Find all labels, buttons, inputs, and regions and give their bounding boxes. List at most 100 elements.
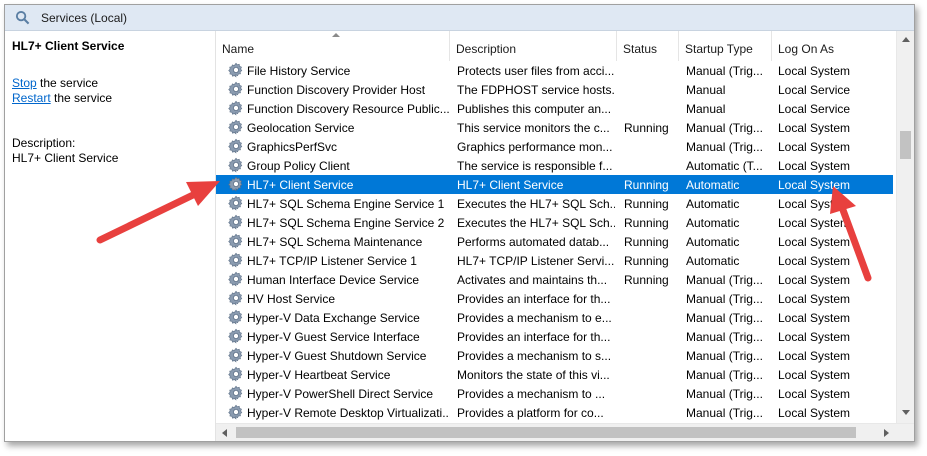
sort-ascending-icon (332, 33, 340, 37)
service-startup-type: Manual (Trig... (686, 368, 763, 382)
service-gear-icon (228, 81, 244, 97)
service-row[interactable]: File History Service Protects user files … (216, 61, 893, 80)
column-header-startup-type[interactable]: Startup Type (679, 31, 772, 61)
service-row[interactable]: HL7+ TCP/IP Listener Service 1 HL7+ TCP/I… (216, 251, 893, 270)
service-row[interactable]: HL7+ SQL Schema Engine Service 2 Executes… (216, 213, 893, 232)
service-row[interactable]: Hyper-V PowerShell Direct Service Provide… (216, 384, 893, 403)
service-name: HL7+ SQL Schema Engine Service 2 (247, 216, 445, 230)
service-startup-type: Manual (Trig... (686, 121, 763, 135)
service-row[interactable]: HL7+ SQL Schema Maintenance Performs auto… (216, 232, 893, 251)
service-row[interactable]: Human Interface Device Service Activates … (216, 270, 893, 289)
service-row[interactable]: Hyper-V Heartbeat Service Monitors the st… (216, 365, 893, 384)
service-status: Running (624, 273, 669, 287)
service-log-on-as: Local Service (778, 102, 851, 116)
service-row[interactable]: Function Discovery Provider Host The FDPH… (216, 80, 893, 99)
service-log-on-as: Local System (778, 406, 851, 420)
service-row[interactable]: Hyper-V Remote Desktop Virtualizati... Pr… (216, 403, 893, 422)
selected-service-title: HL7+ Client Service (12, 39, 125, 53)
service-log-on-as: Local System (778, 159, 851, 173)
service-row[interactable]: Hyper-V Data Exchange Service Provides a … (216, 308, 893, 327)
service-name: Hyper-V Guest Service Interface (247, 330, 420, 344)
service-name: GraphicsPerfSvc (247, 140, 338, 154)
description-label: Description: (12, 136, 76, 150)
service-gear-icon (228, 214, 244, 230)
column-header-description[interactable]: Description (450, 31, 617, 61)
service-startup-type: Automatic (T... (686, 159, 763, 173)
services-icon (15, 10, 30, 25)
service-description: Executes the HL7+ SQL Sch... (457, 197, 615, 211)
column-label: Name (222, 42, 255, 56)
service-status: Running (624, 216, 669, 230)
service-startup-type: Manual (Trig... (686, 292, 763, 306)
window-title: Services (Local) (41, 11, 128, 25)
service-gear-icon (228, 176, 244, 192)
vertical-scrollbar[interactable] (896, 31, 914, 423)
column-label: Status (623, 42, 658, 56)
service-log-on-as: Local System (778, 178, 851, 192)
service-startup-type: Automatic (686, 254, 740, 268)
column-header-status[interactable]: Status (617, 31, 679, 61)
service-startup-type: Automatic (686, 216, 740, 230)
column-header-log-on-as[interactable]: Log On As (772, 31, 893, 61)
service-row[interactable]: Group Policy Client The service is respon… (216, 156, 893, 175)
service-startup-type: Automatic (686, 197, 740, 211)
service-row[interactable]: GraphicsPerfSvc Graphics performance mon.… (216, 137, 893, 156)
service-description: Monitors the state of this vi... (457, 368, 610, 382)
service-description: HL7+ TCP/IP Listener Servi... (457, 254, 615, 268)
service-log-on-as: Local System (778, 330, 851, 344)
service-description: HL7+ Client Service (457, 178, 564, 192)
service-name: Group Policy Client (247, 159, 350, 173)
stop-action: Stop the service (12, 76, 98, 90)
service-log-on-as: Local System (778, 368, 851, 382)
service-row[interactable]: Geolocation Service This service monitors… (216, 118, 893, 137)
scroll-right-icon[interactable] (884, 429, 889, 437)
service-gear-icon (228, 385, 244, 401)
stop-link[interactable]: Stop (12, 76, 37, 90)
services-window: Services (Local) HL7+ Client Service Sto… (4, 4, 915, 442)
service-row[interactable]: HL7+ SQL Schema Engine Service 1 Executes… (216, 194, 893, 213)
selected-service-row[interactable]: HL7+ Client Service HL7+ Client Service Ru… (216, 175, 893, 194)
service-name: HV Host Service (247, 292, 336, 306)
scroll-down-icon[interactable] (902, 410, 910, 415)
service-description: This service monitors the c... (457, 121, 610, 135)
service-description: Protects user files from acci... (457, 64, 615, 78)
horizontal-scroll-thumb[interactable] (236, 427, 856, 438)
service-log-on-as: Local System (778, 140, 851, 154)
service-row[interactable]: HV Host Service Provides an interface for… (216, 289, 893, 308)
service-log-on-as: Local System (778, 311, 851, 325)
scroll-left-icon[interactable] (222, 429, 227, 437)
service-description: Executes the HL7+ SQL Sch... (457, 216, 615, 230)
horizontal-scrollbar[interactable] (216, 423, 914, 441)
service-description: Provides an interface for th... (457, 330, 611, 344)
restart-action: Restart the service (12, 91, 112, 105)
service-description: Graphics performance mon... (457, 140, 613, 154)
column-header-name[interactable]: Name (216, 31, 450, 61)
service-gear-icon (228, 119, 244, 135)
column-label: Log On As (778, 42, 835, 56)
service-status (624, 405, 679, 421)
service-log-on-as: Local System (778, 64, 851, 78)
service-name: File History Service (247, 64, 351, 78)
restart-link[interactable]: Restart (12, 91, 51, 105)
service-gear-icon (228, 271, 244, 287)
service-gear-icon (228, 328, 244, 344)
service-rows: File History Service Protects user files … (216, 61, 893, 423)
service-gear-icon (228, 309, 244, 325)
vertical-scroll-thumb[interactable] (900, 131, 911, 159)
service-description: Provides a mechanism to s... (457, 349, 612, 363)
service-status: Running (624, 254, 669, 268)
service-row[interactable]: Hyper-V Guest Service Interface Provides … (216, 327, 893, 346)
service-startup-type: Manual (686, 102, 726, 116)
service-status: Running (624, 178, 669, 192)
service-gear-icon (228, 62, 244, 78)
service-description: Provides a mechanism to ... (457, 387, 606, 401)
service-status (624, 158, 679, 174)
service-row[interactable]: Hyper-V Guest Shutdown Service Provides a… (216, 346, 893, 365)
services-list: Name Description Status Startup Type Log… (215, 31, 914, 441)
service-row[interactable]: Function Discovery Resource Public... Pub… (216, 99, 893, 118)
service-name: HL7+ SQL Schema Maintenance (247, 235, 423, 249)
scroll-up-icon[interactable] (902, 37, 910, 42)
service-log-on-as: Local System (778, 197, 851, 211)
service-name: HL7+ SQL Schema Engine Service 1 (247, 197, 445, 211)
service-name: Function Discovery Resource Public... (247, 102, 450, 116)
